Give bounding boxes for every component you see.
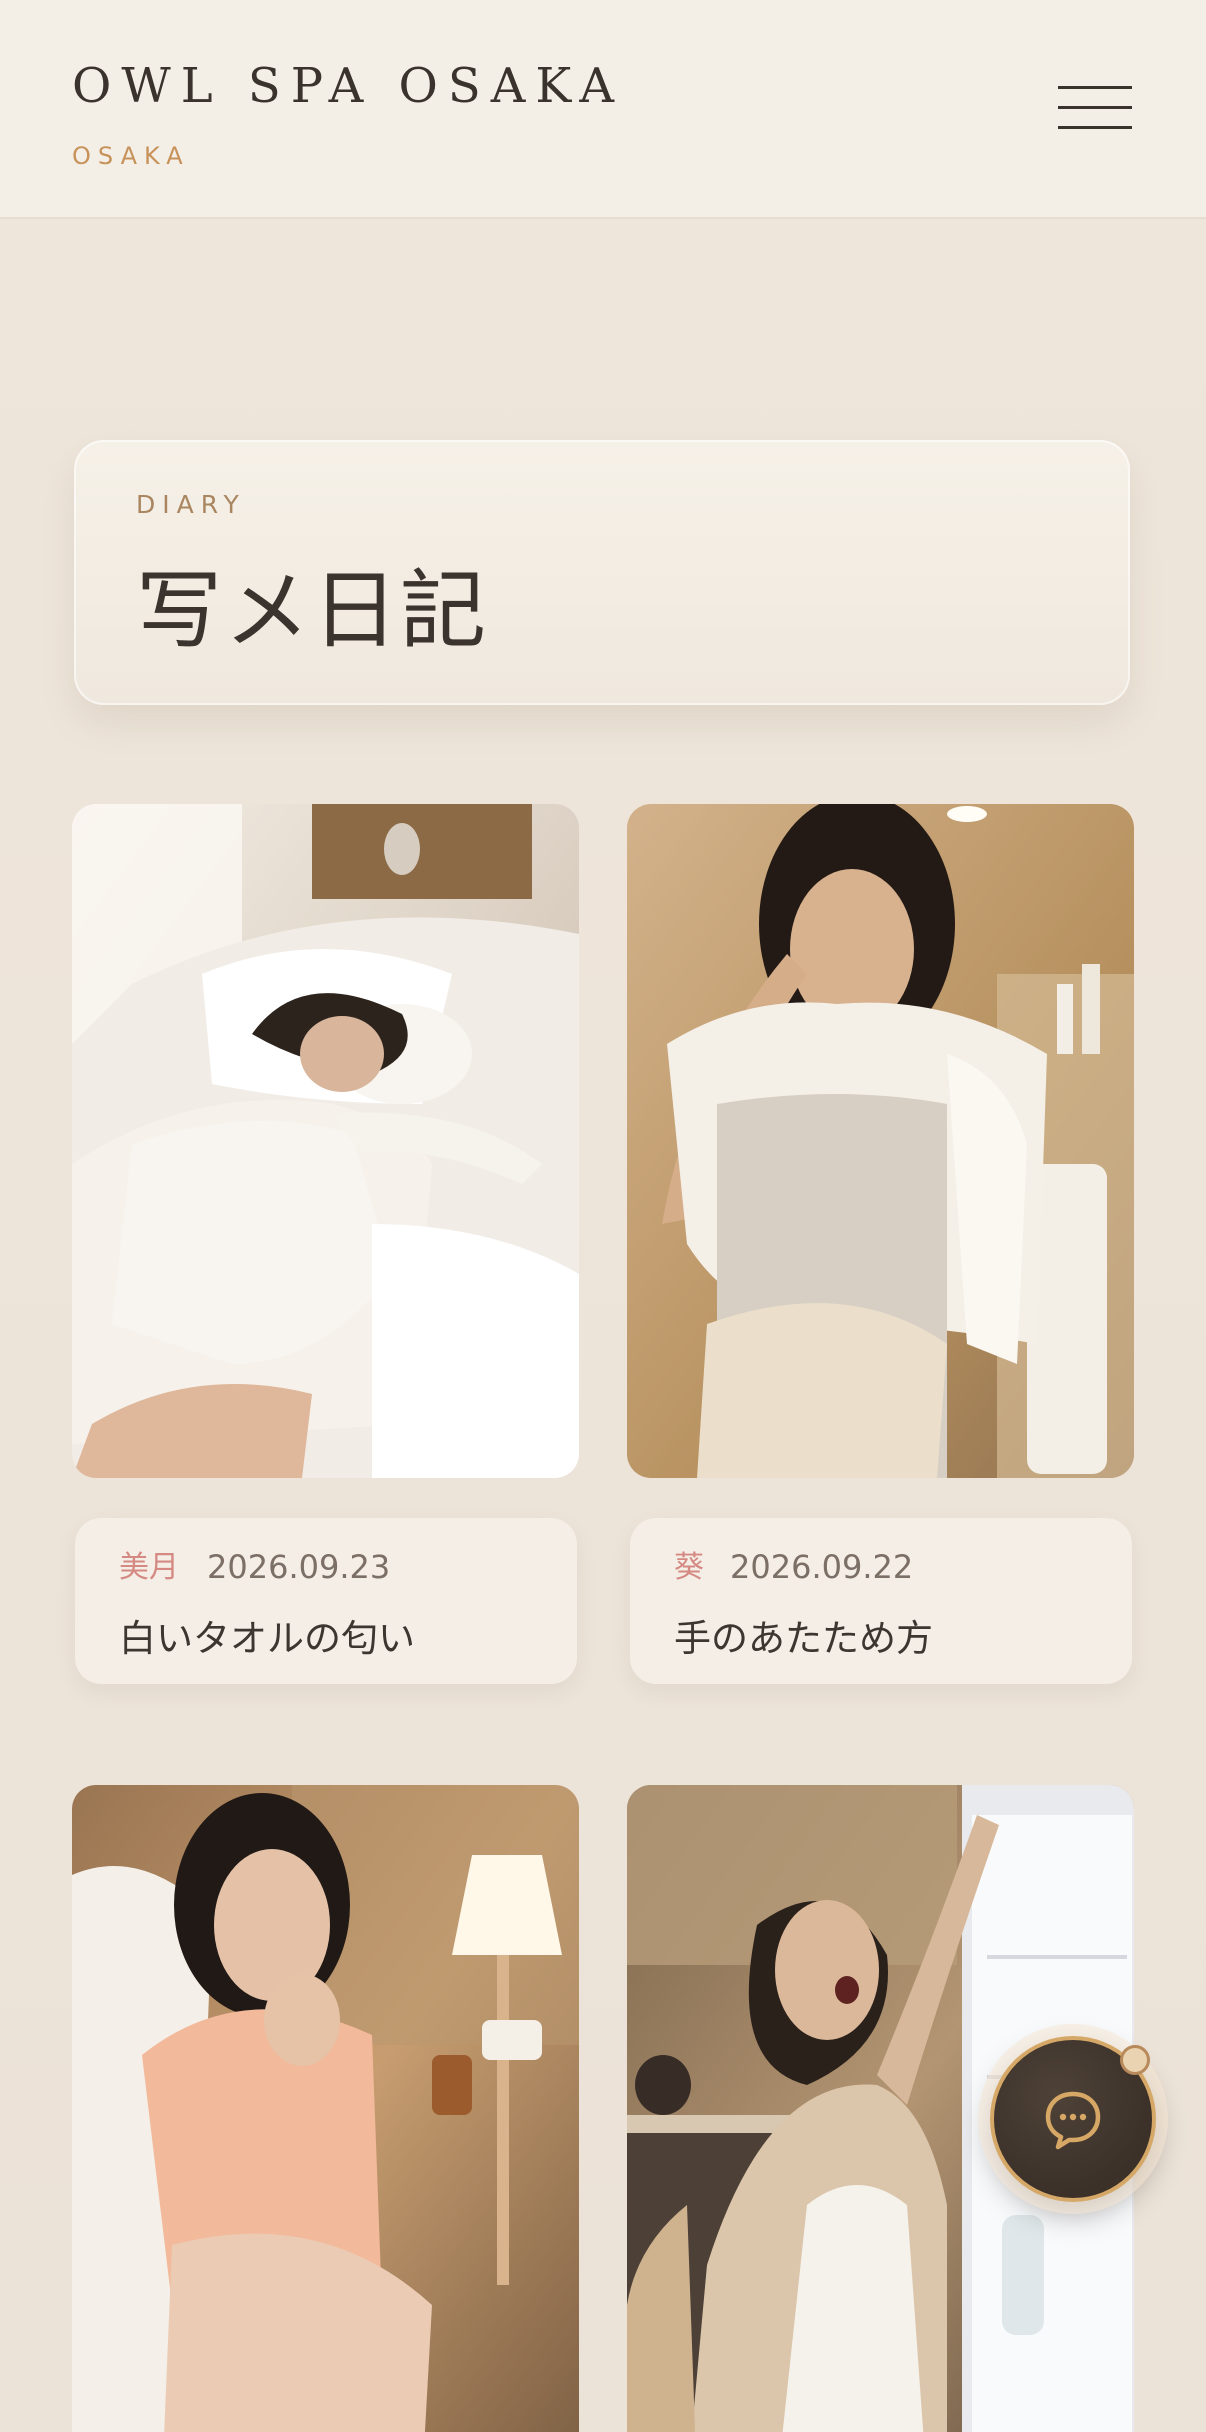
entry-title[interactable]: 白いタオルの匂い [119, 1608, 415, 1662]
photo-woman-towel [627, 804, 1134, 1478]
diary-photo-3[interactable] [72, 1785, 579, 2432]
section-title: 写メ日記 [136, 561, 488, 661]
diary-heading-card: DIARY 写メ日記 [74, 440, 1130, 705]
entry-author: 美月 [119, 1550, 179, 1585]
hamburger-menu-icon [1058, 86, 1132, 89]
site-header: OWL SPA OSAKA OSAKA [0, 0, 1206, 219]
diary-photo-2[interactable] [627, 804, 1134, 1478]
entry-date: 2026.09.22 [730, 1548, 914, 1586]
photo-woman-bed [72, 804, 579, 1478]
photo-woman-lamp [72, 1785, 579, 2432]
notification-dot [1120, 2045, 1150, 2075]
entry-date: 2026.09.23 [207, 1548, 391, 1586]
brand-location: OSAKA [72, 142, 190, 170]
diary-entry-card-2[interactable]: 葵 2026.09.22 手のあたため方 [630, 1518, 1132, 1684]
diary-entry-card-1[interactable]: 美月 2026.09.23 白いタオルの匂い [75, 1518, 577, 1684]
section-eyebrow: DIARY [136, 490, 246, 519]
hamburger-menu-icon-bar [1058, 106, 1132, 109]
hamburger-menu-icon-bar [1058, 126, 1132, 129]
chat-bubble-icon [1045, 2091, 1101, 2150]
brand-title[interactable]: OWL SPA OSAKA [72, 58, 624, 114]
page: OWL SPA OSAKA OSAKA DIARY 写メ日記 美月 2026.0… [0, 0, 1206, 2432]
entry-author: 葵 [674, 1550, 704, 1585]
menu-button[interactable] [1058, 82, 1132, 134]
entry-title[interactable]: 手のあたため方 [674, 1608, 933, 1662]
diary-photo-1[interactable] [72, 804, 579, 1478]
